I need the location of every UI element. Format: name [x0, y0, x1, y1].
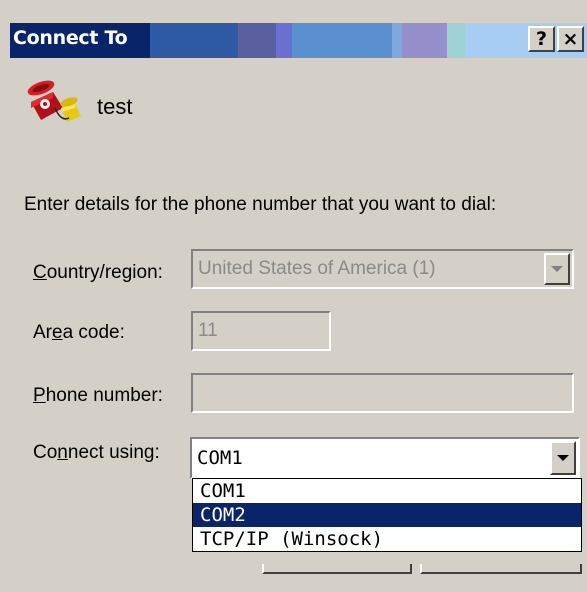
phone-number-label: Phone number:: [33, 385, 163, 406]
connect-using-dropdown-list: COM1 COM2 TCP/IP (Winsock): [192, 478, 582, 552]
country-region-select[interactable]: United States of America (1): [191, 249, 574, 289]
dialog-body: test Enter details for the phone number …: [10, 58, 587, 592]
window-title: Connect To: [13, 27, 128, 49]
connect-using-value: COM1: [197, 447, 243, 469]
phone-number-field[interactable]: [191, 373, 574, 413]
option-tcpip-winsock[interactable]: TCP/IP (Winsock): [193, 527, 581, 551]
connect-using-label: Connect using:: [33, 442, 160, 463]
help-button[interactable]: ?: [528, 26, 555, 52]
connect-using-select[interactable]: COM1: [190, 437, 580, 479]
chevron-down-icon[interactable]: [550, 441, 576, 475]
area-code-field[interactable]: 11: [191, 311, 331, 351]
chevron-down-icon[interactable]: [544, 253, 570, 285]
close-button[interactable]: ×: [557, 26, 584, 52]
option-com1[interactable]: COM1: [193, 479, 581, 503]
country-region-value: United States of America (1): [198, 258, 436, 279]
phone-icon: [25, 78, 83, 128]
connect-to-dialog: Connect To ? × test Enter details for th…: [0, 0, 587, 592]
cancel-button[interactable]: [420, 564, 582, 574]
connection-name: test: [97, 94, 133, 119]
area-code-value: 11: [198, 320, 218, 341]
title-bar[interactable]: Connect To ? ×: [10, 23, 587, 58]
country-region-label: Country/region:: [33, 262, 163, 283]
instructions-text: Enter details for the phone number that …: [24, 194, 497, 215]
ok-button[interactable]: [262, 564, 412, 574]
option-com2[interactable]: COM2: [193, 503, 581, 527]
area-code-label: Area code:: [33, 322, 125, 343]
